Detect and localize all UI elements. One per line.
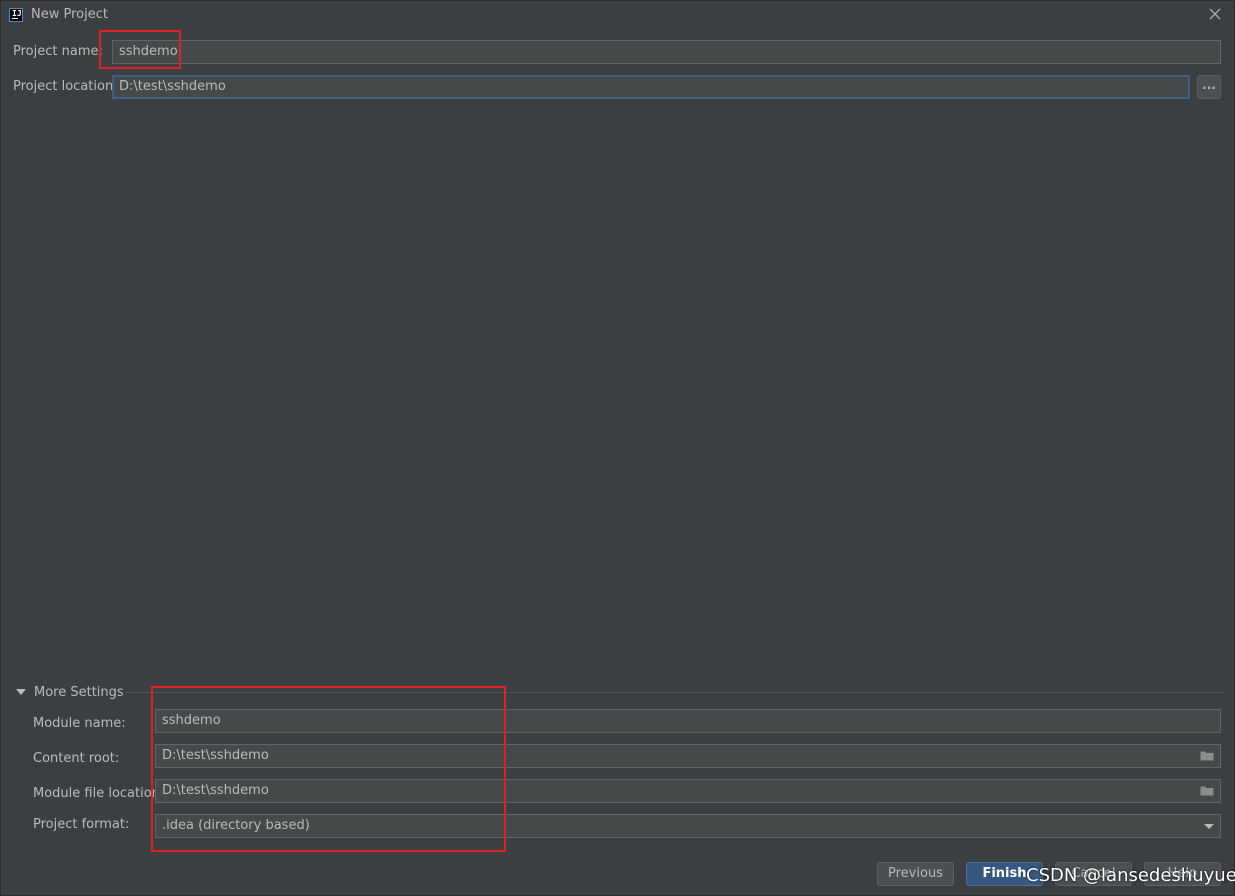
module-name-input[interactable]: sshdemo — [155, 709, 1221, 733]
browse-location-button[interactable]: ... — [1197, 75, 1221, 99]
watermark: CSDN @lansedeshuyue — [1026, 865, 1235, 886]
folder-icon[interactable] — [1200, 750, 1214, 761]
module-name-label: Module name: — [33, 716, 126, 731]
more-settings-title[interactable]: More Settings — [34, 685, 124, 700]
module-file-location-label: Module file location: — [33, 786, 165, 801]
content-root-input[interactable]: D:\test\sshdemo — [155, 744, 1221, 768]
project-format-select[interactable]: .idea (directory based) — [155, 814, 1221, 838]
intellij-logo-icon: IJ — [9, 8, 23, 22]
project-format-label: Project format: — [33, 817, 130, 832]
window-title: New Project — [31, 7, 108, 22]
more-settings-toggle-icon[interactable] — [16, 689, 26, 695]
chevron-down-icon — [1204, 824, 1214, 829]
project-location-label: Project location: — [13, 79, 118, 94]
project-name-input[interactable]: sshdemo — [112, 40, 1221, 64]
previous-button[interactable]: Previous — [877, 862, 954, 886]
project-location-input[interactable]: D:\test\sshdemo — [112, 75, 1190, 99]
folder-icon[interactable] — [1200, 785, 1214, 796]
module-file-location-value: D:\test\sshdemo — [162, 783, 269, 798]
project-name-label: Project name: — [13, 44, 103, 59]
module-file-location-input[interactable]: D:\test\sshdemo — [155, 779, 1221, 803]
project-format-value: .idea (directory based) — [162, 818, 310, 833]
content-root-value: D:\test\sshdemo — [162, 748, 269, 763]
new-project-dialog: IJ New Project Project name: sshdemo Pro… — [0, 0, 1235, 896]
content-root-label: Content root: — [33, 751, 120, 766]
close-icon[interactable] — [1208, 7, 1222, 21]
section-divider — [125, 692, 1223, 693]
title-bar: IJ New Project — [1, 1, 1235, 29]
